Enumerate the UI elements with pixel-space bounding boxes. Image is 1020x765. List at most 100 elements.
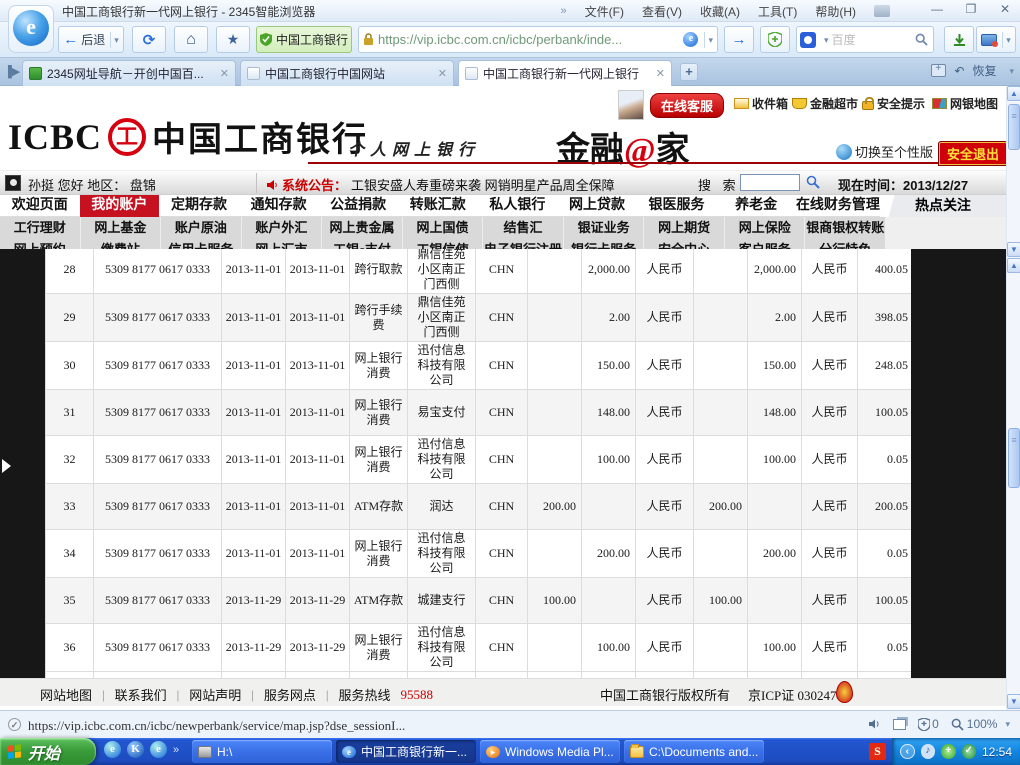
- browser-logo[interactable]: e: [8, 5, 54, 53]
- security-tray-icon[interactable]: ✓: [962, 744, 976, 759]
- nav-secondary-item[interactable]: 账户原油: [161, 217, 242, 239]
- scrollbar-thumb[interactable]: [1008, 428, 1020, 488]
- close-button[interactable]: ✕: [994, 2, 1016, 16]
- tab-close-icon[interactable]: ✕: [438, 67, 447, 80]
- screenshot-dropdown-icon[interactable]: ▾: [1002, 32, 1011, 48]
- web-search-input[interactable]: [832, 33, 912, 47]
- menu-item[interactable]: 文件(F): [585, 3, 624, 20]
- collapse-arrow-icon[interactable]: [2, 459, 11, 473]
- switch-version-link[interactable]: 切换至个性版: [836, 142, 933, 161]
- new-tab-button[interactable]: +: [680, 63, 698, 81]
- search-engine-dropdown-icon[interactable]: ▾: [821, 32, 829, 48]
- ie-compat-icon[interactable]: e: [683, 32, 698, 47]
- nav-secondary-item[interactable]: 结售汇: [483, 217, 564, 239]
- popup-blocker[interactable]: 0: [918, 717, 939, 731]
- undo-close-icon[interactable]: ↶: [954, 64, 964, 78]
- nav-secondary-item[interactable]: 网上国债: [403, 217, 484, 239]
- url-text[interactable]: https://vip.icbc.com.cn/icbc/perbank/ind…: [378, 32, 679, 47]
- taskbar-task-button[interactable]: e中国工商银行新一...: [336, 740, 476, 763]
- hide-icons-chevron-icon[interactable]: ‹: [900, 744, 915, 759]
- scroll-up-icon[interactable]: ▲: [1007, 86, 1020, 101]
- back-button[interactable]: ← 后退 ▾: [58, 26, 124, 53]
- taskbar-task-button[interactable]: ▸Windows Media Pl...: [480, 740, 620, 763]
- nav-primary-item[interactable]: 我的账户: [80, 195, 160, 217]
- tab-list-icon[interactable]: ▐▶: [4, 65, 20, 78]
- quick-launch-ie-icon[interactable]: e: [150, 741, 167, 758]
- nav-primary-item[interactable]: 通知存款: [239, 195, 319, 217]
- tab-close-icon[interactable]: ✕: [220, 67, 229, 80]
- menu-item[interactable]: 工具(T): [758, 3, 797, 20]
- site-search-input[interactable]: [740, 174, 800, 191]
- footer-link[interactable]: 服务网点: [264, 685, 316, 704]
- home-button[interactable]: ⌂: [174, 26, 208, 53]
- scroll-down-icon[interactable]: ▼: [1007, 694, 1020, 709]
- nav-primary-item[interactable]: 私人银行: [478, 195, 558, 217]
- web-search-box[interactable]: ▾: [796, 26, 934, 53]
- nav-secondary-item[interactable]: 网上基金: [81, 217, 162, 239]
- nav-secondary-item[interactable]: 网上贵金属: [322, 217, 403, 239]
- volume-icon[interactable]: ♪: [921, 744, 935, 759]
- quick-launch-more-icon[interactable]: »: [173, 744, 179, 756]
- baidu-icon[interactable]: [800, 32, 816, 48]
- frames-icon[interactable]: [893, 719, 906, 730]
- nav-primary-item[interactable]: 定期存款: [159, 195, 239, 217]
- skin-icon[interactable]: [874, 5, 890, 17]
- system-announcement[interactable]: 系统公告： 工银安盛人寿重磅来袭 网销明星产品周全保障: [266, 175, 615, 194]
- start-button[interactable]: 开始: [0, 738, 96, 765]
- nav-primary-item[interactable]: 欢迎页面: [0, 195, 80, 217]
- quick-launch-k-icon[interactable]: K: [127, 741, 144, 758]
- online-service-button[interactable]: 在线客服: [650, 93, 724, 118]
- refresh-button[interactable]: ⟳: [132, 26, 166, 53]
- inbox-link[interactable]: 收件箱: [734, 95, 788, 112]
- sogou-tray-icon[interactable]: S: [869, 743, 886, 760]
- announcement-text[interactable]: 工银安盛人寿重磅来袭 网销明星产品周全保障: [351, 175, 615, 194]
- tab-stack-icon[interactable]: [931, 64, 946, 77]
- scroll-down-icon[interactable]: ▼: [1007, 242, 1020, 257]
- menu-item[interactable]: 查看(V): [642, 3, 682, 20]
- go-button[interactable]: →: [724, 26, 754, 53]
- nav-primary-item[interactable]: 在线财务管理: [796, 195, 880, 217]
- logout-button[interactable]: 安全退出: [938, 141, 1008, 166]
- browser-tab[interactable]: 2345网址导航－开创中国百...✕: [22, 60, 236, 86]
- nav-secondary-item[interactable]: 网上保险: [725, 217, 806, 239]
- footer-link[interactable]: 联系我们: [115, 685, 167, 704]
- zoom-control[interactable]: 100% ▾: [951, 716, 1010, 732]
- address-dropdown-icon[interactable]: ▾: [704, 32, 713, 48]
- taskbar-task-button[interactable]: H:\: [192, 740, 332, 763]
- menu-item[interactable]: 收藏(A): [700, 3, 740, 20]
- nav-primary-item[interactable]: 养老金: [716, 195, 796, 217]
- restore-window-button[interactable]: ❐: [960, 2, 982, 16]
- screenshot-button[interactable]: ▾: [976, 26, 1016, 53]
- address-bar[interactable]: https://vip.icbc.com.cn/icbc/perbank/ind…: [358, 26, 718, 53]
- hotline-number[interactable]: 95588: [401, 687, 434, 703]
- back-dropdown-icon[interactable]: ▾: [110, 32, 119, 48]
- search-icon[interactable]: [915, 33, 928, 46]
- scrollbar-thumb[interactable]: [1008, 104, 1020, 150]
- nav-secondary-item[interactable]: 网上期货: [644, 217, 725, 239]
- table-frame-scrollbar[interactable]: ▲ ▼: [1006, 258, 1020, 710]
- nav-primary-item[interactable]: 转账汇款: [398, 195, 478, 217]
- restore-tab-label[interactable]: 恢复: [972, 62, 996, 79]
- security-shield-button[interactable]: [760, 26, 790, 53]
- security-tip-link[interactable]: 安全提示: [862, 95, 925, 112]
- footer-link[interactable]: 网站声明: [189, 685, 241, 704]
- nav-secondary-item[interactable]: 账户外汇: [242, 217, 323, 239]
- speaker-icon[interactable]: [868, 718, 881, 730]
- menu-item[interactable]: 帮助(H): [815, 3, 856, 20]
- nav-secondary-item[interactable]: 工行理财: [0, 217, 81, 239]
- site-identity-badge[interactable]: 中国工商银行: [256, 26, 352, 53]
- scroll-up-icon[interactable]: ▲: [1007, 258, 1020, 273]
- minimize-button[interactable]: —: [926, 2, 948, 16]
- antivirus-icon[interactable]: +: [941, 744, 955, 759]
- nav-secondary-item[interactable]: 银商银权转账: [805, 217, 886, 239]
- zoom-dropdown-icon[interactable]: ▾: [1002, 716, 1010, 732]
- restore-dropdown-icon[interactable]: ▾: [1006, 63, 1014, 79]
- bank-map-link[interactable]: 网银地图: [932, 95, 998, 112]
- quick-launch-browser-icon[interactable]: e: [104, 741, 121, 758]
- footer-link[interactable]: 网站地图: [40, 685, 92, 704]
- menu-overflow-chevron-icon[interactable]: »: [561, 5, 567, 17]
- browser-tab[interactable]: 中国工商银行新一代网上银行✕: [458, 60, 672, 86]
- nav-primary-item[interactable]: 网上贷款: [557, 195, 637, 217]
- header-frame-scrollbar[interactable]: ▲ ▼: [1006, 86, 1020, 258]
- nav-secondary-item[interactable]: 银证业务: [564, 217, 645, 239]
